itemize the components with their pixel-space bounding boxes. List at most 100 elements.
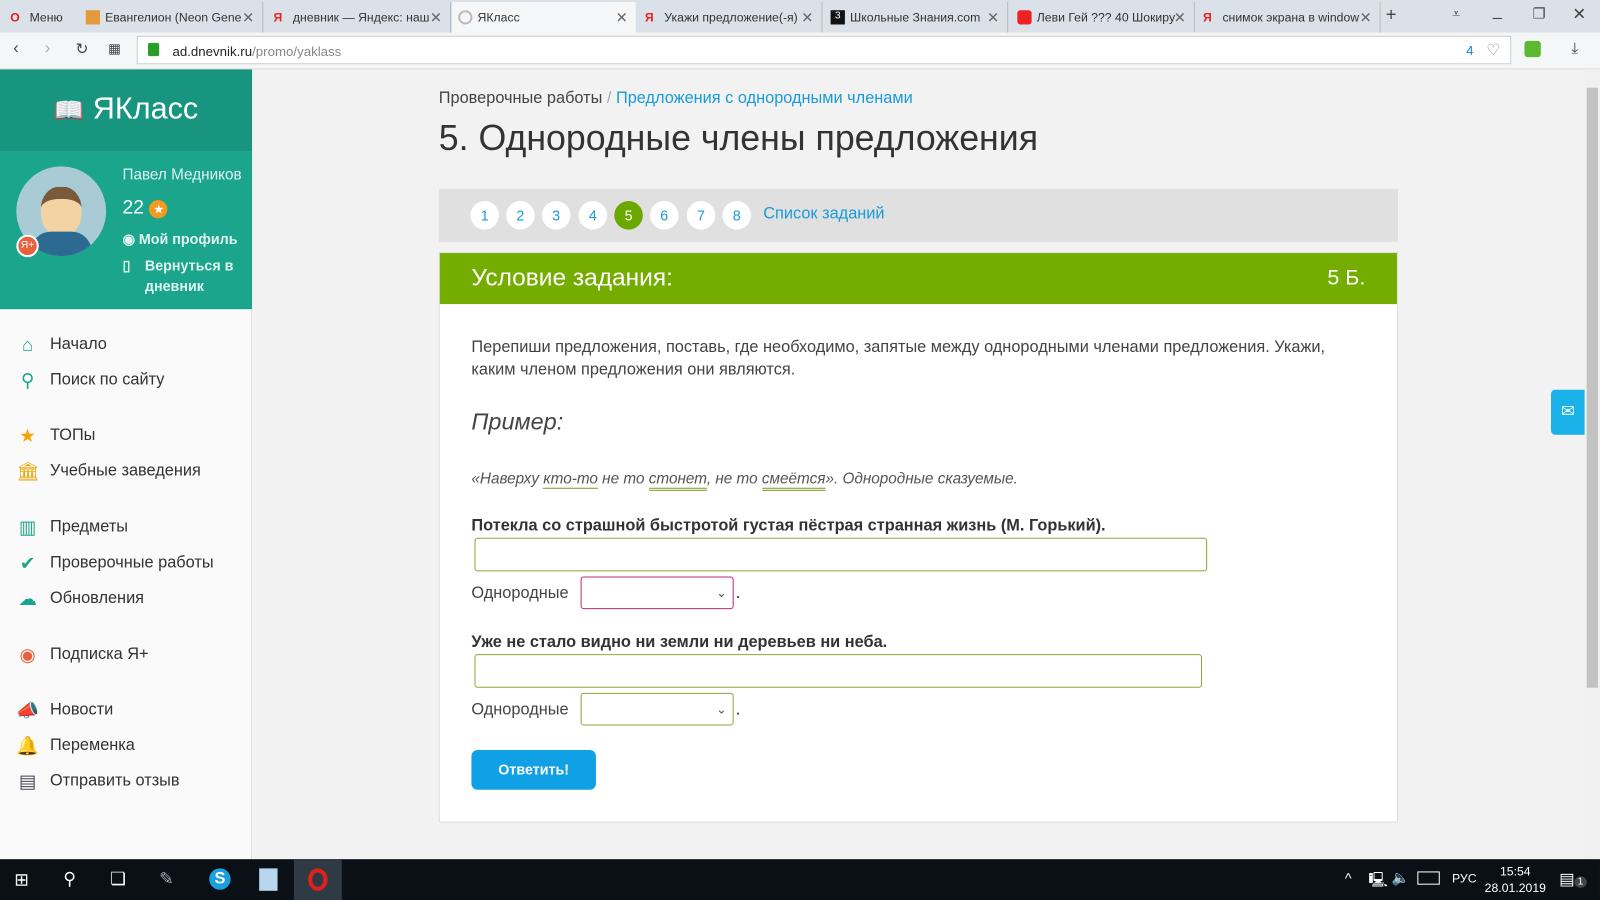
windows-start-icon[interactable]: ⊞ (14, 870, 29, 890)
star-icon: ★ (149, 199, 168, 219)
new-tab-icon[interactable]: + (1386, 4, 1397, 25)
network-icon[interactable]: 🖳 (1368, 869, 1387, 893)
back-icon[interactable]: ‹ (13, 40, 18, 58)
address-bar-row: ‹ › ↻ ▦ ad.dnevnik.ru/promo/yaklass 4 ♡ … (0, 32, 1600, 70)
sidebar-item-search[interactable]: ⚲ Поиск по сайту (16, 370, 165, 391)
my-profile-link[interactable]: ◉ Мой профиль (122, 231, 237, 248)
tab-ukazhi[interactable]: Я Укажи предложение(-я) ✕ (639, 2, 823, 33)
yandex-icon: Я (273, 10, 283, 25)
instruction: Перепиши предложения, поставь, где необх… (471, 338, 1326, 379)
sidebar-item-news[interactable]: 📣 Новости (16, 700, 113, 720)
speed-dial-icon[interactable]: ▦ (108, 41, 121, 57)
sidebar-item-break[interactable]: 🔔 Переменка (16, 736, 135, 756)
close-tab-icon[interactable]: ✕ (987, 9, 999, 26)
close-tab-icon[interactable]: ✕ (616, 9, 628, 26)
answer-2-input[interactable] (474, 654, 1203, 688)
sidebar-item-subjects[interactable]: ▥ Предметы (16, 517, 128, 537)
clock[interactable]: 15:54 28.01.2019 (1485, 863, 1546, 896)
extension-icon[interactable] (1524, 40, 1541, 58)
reload-icon[interactable]: ↻ (76, 40, 89, 58)
tab-znanija[interactable]: 3 Школьные Знания.com ✕ (824, 2, 1009, 33)
heart-icon[interactable]: ♡ (1486, 41, 1500, 59)
example-text: «Наверху кто-то не то стонет, не то смеё… (471, 470, 1018, 491)
url-input[interactable]: ad.dnevnik.ru/promo/yaklass 4 ♡ (136, 35, 1512, 65)
app-icon[interactable]: ✎ (159, 869, 174, 889)
sidebar-item-tests[interactable]: ✔ Проверочные работы (16, 553, 214, 574)
youtube-icon (1017, 10, 1032, 25)
sidebar-item-schools[interactable]: 🏛 Учебные заведения (16, 461, 201, 481)
bell-icon: 🔔 (16, 735, 40, 757)
yaklass-logo[interactable]: 📖 ЯКласс (0, 69, 253, 152)
page-button-8[interactable]: 8 (722, 201, 752, 230)
search-icon[interactable]: ⚲ (63, 869, 76, 889)
scrollbar[interactable] (1584, 69, 1600, 860)
submit-button[interactable]: Ответить! (471, 749, 596, 790)
tray-chevron-icon[interactable]: ^ (1345, 870, 1352, 886)
sidebar: 📖 ЯКласс Я+ Павел Медников 22 ★ ◉ Мой пр… (0, 69, 253, 860)
opera-taskbar-button[interactable] (293, 859, 342, 900)
task-view-icon[interactable]: ❏ (110, 869, 126, 889)
close-tab-icon[interactable]: ✕ (242, 9, 254, 26)
breadcrumb-current[interactable]: Предложения с однородными членами (616, 90, 913, 107)
page-button-5[interactable]: 5 (614, 201, 643, 230)
sidebar-item-tops[interactable]: ★ ТОПы (16, 426, 95, 446)
member-select-2[interactable]: ⌄ (580, 692, 734, 726)
close-tab-icon[interactable]: ✕ (1174, 9, 1186, 26)
megaphone-icon: 📣 (16, 699, 40, 721)
minimize-icon[interactable]: _ (1493, 2, 1502, 20)
page-button-2[interactable]: 2 (506, 201, 535, 230)
notifications-icon[interactable]: ▤ 1 (1559, 869, 1587, 889)
answer-1-input[interactable] (474, 537, 1208, 572)
tab-dnevnik[interactable]: Ядневник — Яндекс: наш ✕ (267, 2, 452, 33)
yaplus-icon: ◉ (19, 644, 36, 666)
example-title: Пример: (471, 408, 564, 435)
page-button-3[interactable]: 3 (541, 201, 571, 230)
member-select-1[interactable]: ⌄ (580, 576, 734, 610)
breadcrumb-root[interactable]: Проверочные работы (439, 90, 603, 107)
sidebar-item-subscription[interactable]: ◉ Подписка Я+ (16, 644, 149, 666)
homogeneous-label-1: Однородные (471, 584, 569, 603)
opera-menu-button[interactable]: O Меню (4, 2, 77, 33)
lock-icon (147, 42, 160, 57)
check-icon: ✔ (19, 553, 36, 574)
tab-evangelion[interactable]: Евангелион (Neon Gene ✕ (80, 2, 264, 33)
tab-yaklass[interactable]: ЯКласс ✕ (452, 2, 636, 33)
calculator-icon[interactable] (259, 868, 278, 891)
sidebar-item-updates[interactable]: ☁ Обновления (16, 589, 144, 609)
skype-icon[interactable]: S (209, 868, 231, 890)
loading-icon (458, 10, 473, 25)
page-button-4[interactable]: 4 (578, 201, 608, 230)
page-button-1[interactable]: 1 (470, 201, 499, 230)
forward-icon[interactable]: › (45, 40, 50, 58)
user-name[interactable]: Павел Медников (122, 166, 241, 183)
close-window-icon[interactable]: ✕ (1572, 4, 1586, 24)
tab-menu-icon[interactable]: ⩡ (1452, 5, 1460, 22)
sidebar-item-feedback[interactable]: ▤ Отправить отзыв (16, 771, 180, 791)
tab-bar: O Меню Евангелион (Neon Gene ✕ Ядневник — … (0, 0, 1600, 33)
mail-feedback-icon[interactable]: ✉ (1551, 389, 1585, 435)
close-tab-icon[interactable]: ✕ (801, 9, 813, 26)
page-button-7[interactable]: 7 (686, 201, 716, 230)
profile-panel: Я+ Павел Медников 22 ★ ◉ Мой профиль ▯ Ве… (0, 151, 253, 310)
adblock-count[interactable]: 4 (1466, 43, 1473, 58)
keyboard-icon[interactable] (1417, 871, 1440, 885)
language-indicator[interactable]: РУС (1452, 871, 1477, 885)
tab-youtube[interactable]: Леви Гей ??? 40 Шокиру ✕ (1011, 2, 1195, 33)
search-icon: ⚲ (20, 370, 35, 391)
download-icon[interactable]: ⤓ (1571, 40, 1578, 57)
books-icon: ▥ (18, 517, 37, 538)
close-tab-icon[interactable]: ✕ (1359, 9, 1371, 26)
volume-icon[interactable]: 🔈 (1392, 869, 1410, 886)
tab-screenshot[interactable]: Яснимок экрана в window ✕ (1197, 2, 1381, 33)
sidebar-item-home[interactable]: ⌂ Начало (16, 335, 107, 355)
chevron-down-icon: ⌄ (716, 585, 727, 600)
task-list-link[interactable]: Список заданий (763, 205, 884, 223)
page-button-6[interactable]: 6 (649, 201, 679, 230)
cloud-upload-icon: ☁ (18, 588, 37, 610)
yandex-icon: Я (644, 10, 654, 25)
scrollbar-thumb[interactable] (1586, 87, 1598, 688)
yaplus-badge-icon: Я+ (16, 234, 39, 258)
back-to-diary-link[interactable]: ▯ Вернуться в дневник (122, 255, 244, 296)
restore-icon[interactable]: ❐ (1533, 5, 1546, 22)
close-tab-icon[interactable]: ✕ (430, 9, 442, 26)
